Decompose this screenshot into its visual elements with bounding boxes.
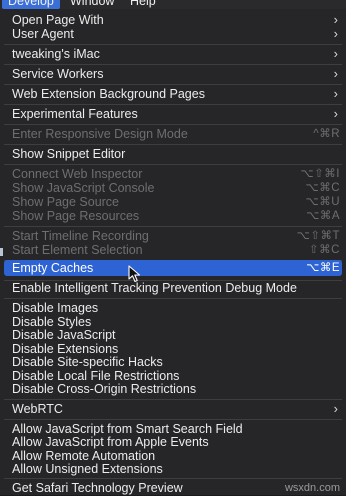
shortcut-label: ^⌘R xyxy=(313,128,340,140)
separator xyxy=(4,124,342,125)
chevron-right-icon: › xyxy=(333,66,338,81)
menu-item-page-resources[interactable]: Show Page Resources ⌥⌘A xyxy=(4,208,342,224)
menu-item-label: Show Page Resources xyxy=(12,209,140,223)
menu-item-label: Enable Intelligent Tracking Prevention D… xyxy=(12,281,297,295)
menu-item-label: WebRTC xyxy=(12,402,63,416)
menubar-help[interactable]: Help xyxy=(124,0,162,9)
menu-item-itp-debug[interactable]: Enable Intelligent Tracking Prevention D… xyxy=(4,280,342,296)
shortcut-label: ⌥⌘A xyxy=(306,210,340,222)
menubar-window[interactable]: Window xyxy=(64,0,120,9)
menu-item-empty-caches[interactable]: Empty Caches ⌥⌘E xyxy=(4,260,342,276)
menu-item-web-extension-pages[interactable]: Web Extension Background Pages › xyxy=(4,86,342,102)
menu-item-label: Web Extension Background Pages xyxy=(12,87,205,101)
menu-item-label: Show Snippet Editor xyxy=(12,147,126,161)
shortcut-label: ⇧⌘C xyxy=(309,244,340,256)
menu-item-label: Disable Cross-Origin Restrictions xyxy=(12,382,197,396)
menu-item-label: Connect Web Inspector xyxy=(12,167,143,181)
separator xyxy=(4,144,342,145)
separator xyxy=(4,419,342,420)
separator xyxy=(4,44,342,45)
menu-item-label: Allow Unsigned Extensions xyxy=(12,462,163,476)
menu-item-label: Open Page With xyxy=(12,13,104,27)
menu-item-allow-unsigned-extensions[interactable]: Allow Unsigned Extensions xyxy=(4,461,342,477)
develop-menu: Open Page With › User Agent › tweaking's… xyxy=(0,9,346,495)
menu-item-responsive-design[interactable]: Enter Responsive Design Mode ^⌘R xyxy=(4,126,342,142)
chevron-right-icon: › xyxy=(333,46,338,61)
separator xyxy=(4,399,342,400)
menu-item-disable-cross-origin[interactable]: Disable Cross-Origin Restrictions xyxy=(4,381,342,397)
menu-item-label: Start Element Selection xyxy=(12,243,143,257)
chevron-right-icon: › xyxy=(333,106,338,121)
menu-item-label: User Agent xyxy=(12,27,74,41)
separator xyxy=(4,84,342,85)
chevron-right-icon: › xyxy=(333,401,338,416)
separator xyxy=(4,64,342,65)
menu-item-label: Service Workers xyxy=(12,67,104,81)
menubar-develop[interactable]: Develop xyxy=(2,0,60,9)
menu-item-label: Disable Images xyxy=(12,301,99,315)
menu-item-label: Show JavaScript Console xyxy=(12,181,155,195)
chevron-right-icon: › xyxy=(333,26,338,41)
menu-item-user-agent[interactable]: User Agent › xyxy=(4,26,342,42)
separator xyxy=(4,298,342,299)
separator xyxy=(4,226,342,227)
menu-item-label: Get Safari Technology Preview xyxy=(12,481,183,495)
menu-item-webrtc[interactable]: WebRTC › xyxy=(4,401,342,417)
menu-bar: Develop Window Help xyxy=(0,0,346,9)
separator xyxy=(4,478,342,479)
mouse-pointer-icon xyxy=(128,265,141,283)
menu-item-label: Show Page Source xyxy=(12,195,120,209)
menu-item-snippet-editor[interactable]: Show Snippet Editor xyxy=(4,146,342,162)
chevron-right-icon: › xyxy=(333,86,338,101)
window-edge-marker xyxy=(0,248,3,256)
menu-item-label: Start Timeline Recording xyxy=(12,229,149,243)
menu-item-label: Allow JavaScript from Apple Events xyxy=(12,435,209,449)
menu-item-label: Disable JavaScript xyxy=(12,328,116,342)
shortcut-label: ⌥⌘E xyxy=(306,262,340,274)
menu-item-experimental-features[interactable]: Experimental Features › xyxy=(4,106,342,122)
menu-item-label: Empty Caches xyxy=(12,261,94,275)
separator xyxy=(4,104,342,105)
menu-item-label: Disable Site-specific Hacks xyxy=(12,355,163,369)
menu-item-service-workers[interactable]: Service Workers › xyxy=(4,66,342,82)
menu-item-label: Experimental Features xyxy=(12,107,138,121)
menu-item-element-selection[interactable]: Start Element Selection ⇧⌘C xyxy=(4,242,342,258)
menu-item-device[interactable]: tweaking's iMac › xyxy=(4,46,342,62)
separator xyxy=(4,164,342,165)
watermark: wsxdn.com xyxy=(284,482,340,494)
menu-item-label: Enter Responsive Design Mode xyxy=(12,127,188,141)
menu-item-label: tweaking's iMac xyxy=(12,47,100,61)
